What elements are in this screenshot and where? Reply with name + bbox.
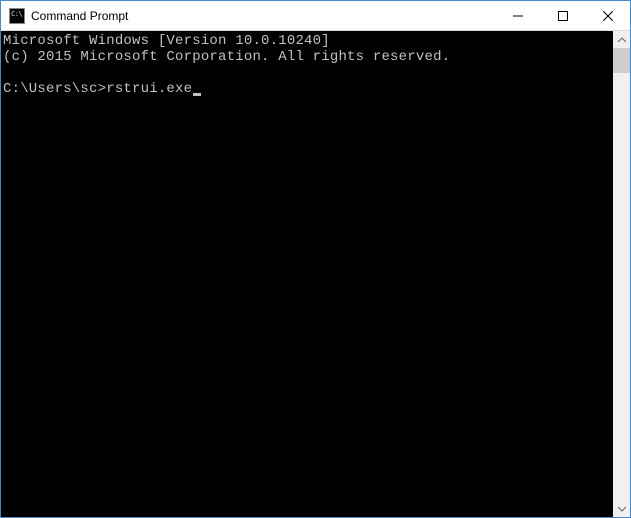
chevron-down-icon bbox=[618, 505, 626, 513]
output-line: Microsoft Windows [Version 10.0.10240] bbox=[3, 33, 613, 49]
minimize-icon bbox=[513, 11, 523, 21]
cursor-icon bbox=[193, 93, 201, 96]
close-icon bbox=[603, 11, 613, 21]
scroll-down-button[interactable] bbox=[613, 500, 630, 517]
command-prompt-window: Command Prompt Microsoft Windows [Versio bbox=[0, 0, 631, 518]
console-area: Microsoft Windows [Version 10.0.10240](c… bbox=[1, 31, 630, 517]
maximize-icon bbox=[558, 11, 568, 21]
maximize-button[interactable] bbox=[540, 1, 585, 30]
scrollbar-thumb[interactable] bbox=[613, 48, 630, 73]
window-controls bbox=[495, 1, 630, 30]
window-title: Command Prompt bbox=[31, 9, 495, 23]
cmd-icon bbox=[9, 8, 25, 24]
scroll-up-button[interactable] bbox=[613, 31, 630, 48]
vertical-scrollbar[interactable] bbox=[613, 31, 630, 517]
console-output[interactable]: Microsoft Windows [Version 10.0.10240](c… bbox=[1, 31, 613, 517]
scrollbar-track[interactable] bbox=[613, 48, 630, 500]
chevron-up-icon bbox=[618, 36, 626, 44]
output-blank bbox=[3, 65, 613, 81]
command-input: rstrui.exe bbox=[106, 81, 192, 97]
close-button[interactable] bbox=[585, 1, 630, 30]
prompt-text: C:\Users\sc> bbox=[3, 81, 106, 97]
minimize-button[interactable] bbox=[495, 1, 540, 30]
prompt-line: C:\Users\sc>rstrui.exe bbox=[3, 81, 613, 97]
output-line: (c) 2015 Microsoft Corporation. All righ… bbox=[3, 49, 613, 65]
titlebar[interactable]: Command Prompt bbox=[1, 1, 630, 31]
